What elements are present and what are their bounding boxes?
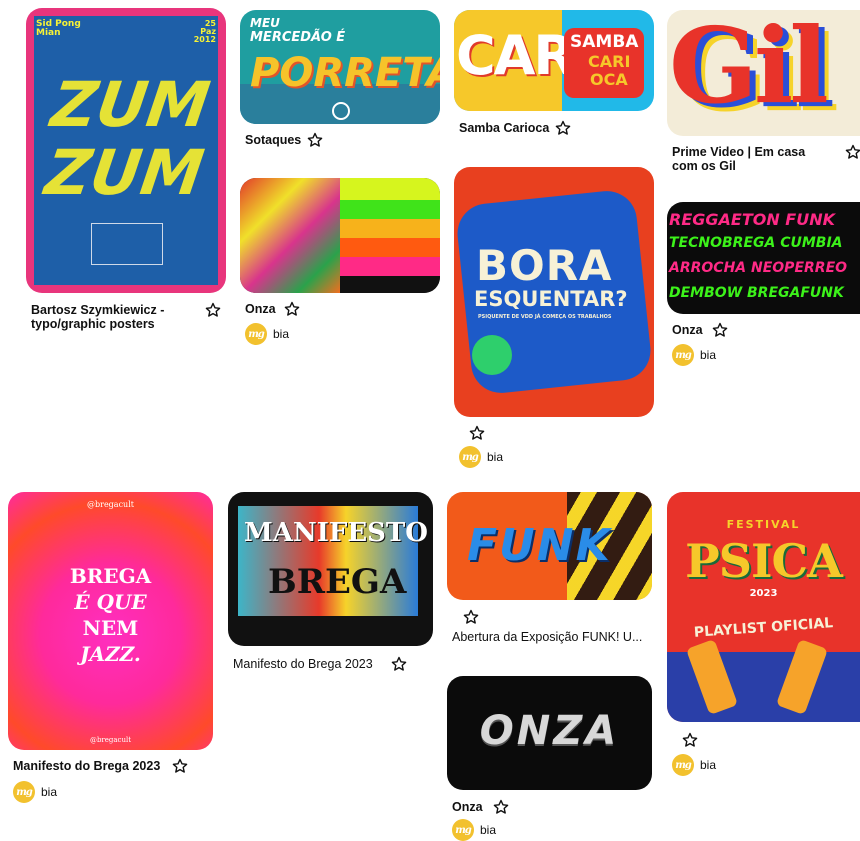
save-star-icon[interactable]	[845, 144, 860, 160]
poster-corner-text: Sid Pong Mian	[36, 19, 81, 38]
poster-ticket-graphic	[91, 223, 163, 265]
avatar: mg	[452, 819, 474, 841]
poster-badge-2: CARI	[588, 52, 631, 71]
pin-title[interactable]: Prime Video | Em casa com os Gil	[672, 145, 834, 173]
poster-subline: PSIQUENTE DE VDD JÁ COMEÇA OS TRABALHOS	[478, 314, 612, 320]
pin-title[interactable]: Manifesto do Brega 2023	[13, 759, 160, 773]
author-name: bia	[487, 450, 504, 464]
poster-date-text: 25 Paz 2012	[193, 19, 216, 44]
poster-headline: FUNK	[467, 520, 612, 571]
poster-headline-2: ESQUENTAR?	[474, 287, 628, 311]
avatar: mg	[672, 344, 694, 366]
pin-title[interactable]: Manifesto do Brega 2023	[233, 657, 373, 671]
pin-image-brega-jazz[interactable]: @bregacult BREGA É QUE NEM JAZZ. @bregac…	[8, 492, 213, 750]
poster-line-4: JAZZ.	[80, 642, 141, 666]
poster-headline-1: BORA	[476, 241, 613, 290]
poster-headline: Gil	[669, 10, 829, 127]
poster-festival-label: FESTIVAL	[726, 518, 801, 531]
poster-line-1: MEU	[250, 16, 280, 30]
pin-title[interactable]: Sotaques	[245, 133, 301, 147]
save-star-icon[interactable]	[493, 799, 509, 815]
genre-row-1: REGGAETON FUNK	[669, 210, 836, 229]
poster-headline-2: ZUM	[40, 136, 209, 209]
pin-author[interactable]: mg bia	[452, 819, 496, 841]
save-star-icon[interactable]	[682, 732, 698, 748]
poster-headline: CAR	[456, 24, 575, 87]
author-name: bia	[480, 823, 497, 837]
pin-title[interactable]: Onza	[452, 800, 483, 814]
poster-line-2: MERCEDÃO É	[250, 30, 346, 45]
poster-headline: PSICA	[685, 534, 843, 588]
poster-subline: PLAYLIST OFICIAL	[693, 615, 834, 641]
pin-title[interactable]: Onza	[245, 302, 276, 316]
poster-year: 2023	[749, 588, 778, 599]
author-name: bia	[700, 758, 717, 772]
pin-author[interactable]: mg bia	[672, 754, 716, 776]
poster-handle-bottom: @bregacult	[89, 736, 132, 744]
author-name: bia	[41, 785, 58, 799]
avatar: mg	[13, 781, 35, 803]
author-name: bia	[273, 327, 290, 341]
save-star-icon[interactable]	[463, 609, 479, 625]
author-name: bia	[700, 348, 717, 362]
pin-image-manifesto[interactable]: MANIFESTO BREGA	[228, 492, 433, 646]
avatar: mg	[245, 323, 267, 345]
pin-title[interactable]: Bartosz Szymkiewicz - typo/graphic poste…	[31, 303, 196, 331]
pin-image-psica[interactable]: FESTIVAL PSICA 2023 PLAYLIST OFICIAL	[667, 492, 860, 722]
save-star-icon[interactable]	[712, 322, 728, 338]
pin-image-onza-neon[interactable]	[240, 178, 440, 293]
poster-line-1: BREGA	[69, 564, 152, 588]
poster-handle-top: @bregacult	[87, 500, 134, 509]
pin-image-onza-logo[interactable]: ONZA	[447, 676, 652, 790]
save-star-icon[interactable]	[391, 656, 407, 672]
pin-author[interactable]: mg bia	[672, 344, 716, 366]
genre-row-2: TECNOBREGA CUMBIA	[669, 235, 843, 251]
pin-image-bora-esquentar[interactable]: BORA ESQUENTAR? PSIQUENTE DE VDD JÁ COME…	[454, 167, 654, 417]
poster-badge-3: OCA	[590, 70, 628, 89]
pin-title[interactable]: Onza	[672, 323, 703, 337]
pin-author[interactable]: mg bia	[459, 446, 503, 468]
poster-headline: ONZA	[479, 708, 620, 754]
save-star-icon[interactable]	[307, 132, 323, 148]
pin-image-porreta[interactable]: MEU MERCEDÃO É PORRETA	[240, 10, 440, 124]
genre-row-3: ARROCHA NEOPERREO	[669, 260, 848, 276]
poster-badge-1: SAMBA	[570, 32, 639, 52]
pin-image-samba-carioca[interactable]: CAR SAMBA CARI OCA	[454, 10, 654, 111]
avatar: mg	[459, 446, 481, 468]
save-star-icon[interactable]	[172, 758, 188, 774]
pin-title[interactable]: Samba Carioca	[459, 121, 549, 135]
save-star-icon[interactable]	[284, 301, 300, 317]
pin-image-reggaeton[interactable]: REGGAETON FUNK TECNOBREGA CUMBIA ARROCHA…	[667, 202, 860, 314]
pin-image-zum-zum[interactable]: Sid Pong Mian 25 Paz 2012 ZUM ZUM	[26, 8, 226, 293]
save-star-icon[interactable]	[469, 425, 485, 441]
pin-image-funk[interactable]: FUNK	[447, 492, 652, 600]
avatar: mg	[672, 754, 694, 776]
poster-line-2: É QUE	[74, 590, 147, 614]
save-star-icon[interactable]	[555, 120, 571, 136]
poster-line-3: NEM	[82, 616, 139, 640]
pin-image-gil[interactable]: Gil	[667, 10, 860, 136]
pin-title[interactable]: Abertura da Exposição FUNK! U...	[452, 630, 642, 644]
poster-headline-1: ZUM	[46, 68, 215, 141]
poster-headline-1: MANIFESTO	[244, 518, 428, 548]
genre-row-4: DEMBOW BREGAFUNK	[669, 285, 844, 301]
pin-author[interactable]: mg bia	[13, 781, 57, 803]
poster-headline: PORRETA	[250, 50, 440, 96]
save-star-icon[interactable]	[205, 302, 221, 318]
pin-author[interactable]: mg bia	[245, 323, 289, 345]
mercedes-logo-icon	[332, 102, 350, 120]
poster-headline-2: BREGA	[268, 562, 407, 602]
